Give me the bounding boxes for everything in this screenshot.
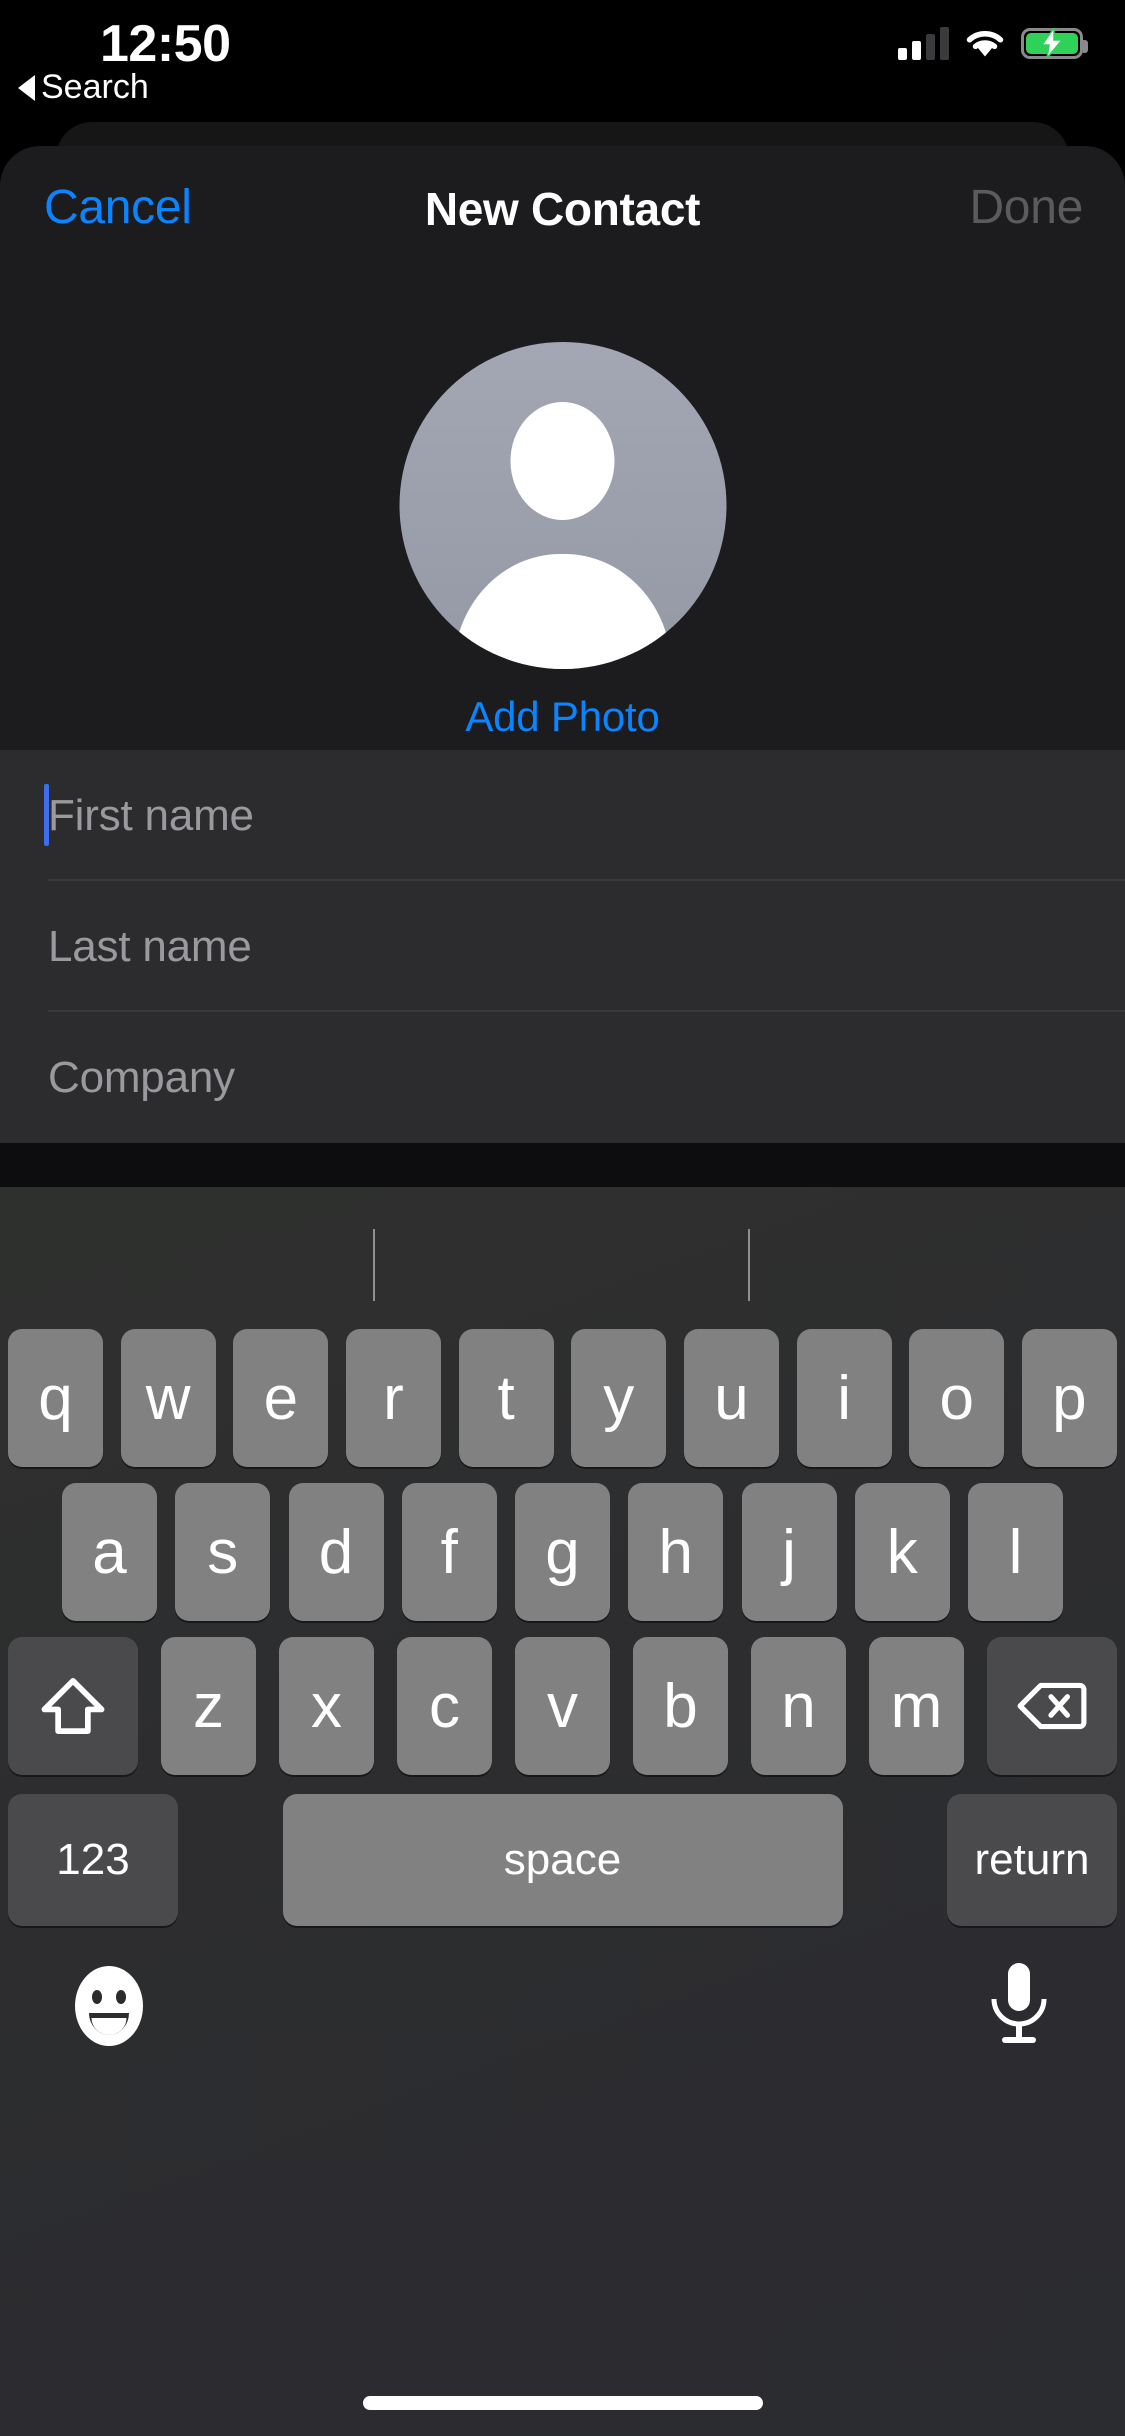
keyboard-row-2: a s d f g h j k l — [0, 1483, 1125, 1621]
company-field-row[interactable]: Company — [0, 1012, 1125, 1143]
key-a[interactable]: a — [62, 1483, 157, 1621]
emoji-smiley-icon — [75, 1966, 143, 2046]
key-e[interactable]: e — [233, 1329, 329, 1467]
key-v[interactable]: v — [515, 1637, 610, 1775]
return-key[interactable]: return — [947, 1794, 1117, 1926]
key-m[interactable]: m — [869, 1637, 964, 1775]
key-f[interactable]: f — [401, 1483, 497, 1621]
space-key[interactable]: space — [282, 1794, 843, 1926]
company-placeholder: Company — [48, 1052, 235, 1102]
back-to-search-label: Search — [41, 68, 149, 106]
delete-key[interactable] — [987, 1637, 1117, 1775]
keyboard-row-1: q w e r t y u i o p — [0, 1329, 1125, 1467]
shift-arrow-icon — [41, 1678, 105, 1734]
wifi-icon — [966, 31, 1004, 57]
back-to-search-button[interactable]: Search — [18, 68, 149, 107]
key-s[interactable]: s — [175, 1483, 271, 1621]
status-bar: 12:50 — [0, 0, 1125, 96]
key-c[interactable]: c — [397, 1637, 492, 1775]
onscreen-keyboard: q w e r t y u i o p a s d f g h j k l z … — [0, 1187, 1125, 2436]
key-y[interactable]: y — [571, 1329, 667, 1467]
shift-key[interactable] — [8, 1637, 138, 1775]
key-w[interactable]: w — [120, 1329, 216, 1467]
key-n[interactable]: n — [751, 1637, 846, 1775]
predictive-suggestion-bar[interactable] — [0, 1187, 1125, 1322]
avatar-head-shape — [510, 402, 615, 520]
status-indicators — [898, 26, 1088, 60]
key-o[interactable]: o — [909, 1329, 1005, 1467]
key-d[interactable]: d — [288, 1483, 384, 1621]
form-keyboard-gap — [0, 1143, 1125, 1187]
emoji-keyboard-button[interactable] — [68, 1965, 150, 2047]
status-time: 12:50 — [100, 15, 231, 73]
keyboard-row-4: 123 space return — [0, 1791, 1125, 1929]
key-u[interactable]: u — [683, 1329, 779, 1467]
avatar-section: Add Photo — [0, 256, 1125, 750]
contact-fields-group: First name Last name Company — [0, 750, 1125, 1143]
numbers-key[interactable]: 123 — [8, 1794, 178, 1926]
suggestion-separator — [748, 1229, 750, 1301]
key-g[interactable]: g — [515, 1483, 610, 1621]
microphone-icon — [991, 1963, 1047, 2043]
dictation-button[interactable] — [981, 1959, 1057, 2051]
key-i[interactable]: i — [796, 1329, 892, 1467]
key-j[interactable]: j — [741, 1483, 837, 1621]
navigation-bar: Cancel New Contact Done — [0, 146, 1125, 256]
key-q[interactable]: q — [8, 1329, 103, 1467]
first-name-field-row[interactable]: First name — [0, 750, 1125, 881]
key-t[interactable]: t — [458, 1329, 554, 1467]
home-indicator[interactable] — [362, 2396, 763, 2410]
keyboard-row-3: z x c v b n m — [0, 1637, 1125, 1775]
text-caret — [44, 784, 49, 846]
backspace-delete-icon — [1017, 1682, 1087, 1730]
last-name-field-row[interactable]: Last name — [0, 881, 1125, 1012]
key-x[interactable]: x — [279, 1637, 374, 1775]
add-photo-button[interactable]: Add Photo — [0, 693, 1125, 741]
last-name-placeholder: Last name — [48, 921, 252, 971]
key-r[interactable]: r — [345, 1329, 441, 1467]
key-k[interactable]: k — [854, 1483, 950, 1621]
avatar-body-shape — [453, 554, 672, 669]
done-button[interactable]: Done — [969, 180, 1083, 235]
person-placeholder-icon[interactable] — [399, 342, 726, 669]
first-name-placeholder: First name — [48, 790, 254, 840]
iphone-screen: 12:50 Search Cancel New Contact Done Add… — [0, 0, 1125, 2436]
key-p[interactable]: p — [1021, 1329, 1117, 1467]
back-triangle-icon — [18, 74, 35, 101]
key-h[interactable]: h — [628, 1483, 724, 1621]
key-b[interactable]: b — [633, 1637, 728, 1775]
battery-charging-icon — [1021, 27, 1088, 59]
new-contact-sheet: Cancel New Contact Done Add Photo First … — [0, 146, 1125, 2436]
key-z[interactable]: z — [161, 1637, 256, 1775]
keyboard-bottom-bar — [0, 1935, 1125, 2095]
cellular-bars-icon — [898, 26, 949, 60]
key-l[interactable]: l — [968, 1483, 1063, 1621]
suggestion-separator — [373, 1229, 375, 1301]
page-title: New Contact — [424, 183, 701, 235]
